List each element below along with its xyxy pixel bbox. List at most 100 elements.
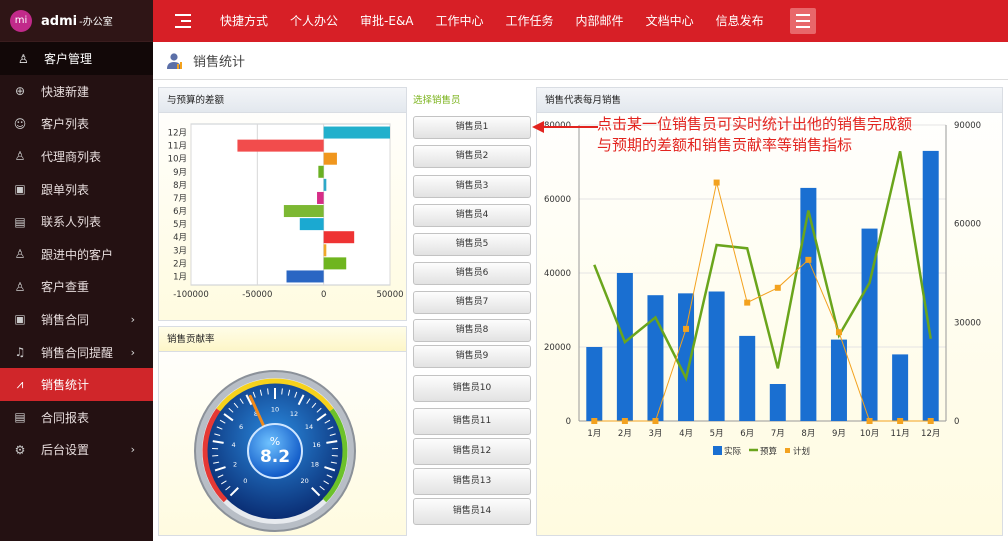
user-dept: -办公室 <box>79 16 113 28</box>
top-nav-links: 快捷方式 个人办公 审批-E&A 工作中心 工作任务 内部邮件 文档中心 信息发布 <box>209 0 775 42</box>
bar-actual <box>922 150 939 421</box>
point-plan <box>835 329 842 336</box>
gauge-tick-label: 18 <box>311 460 319 468</box>
x-tick-label: 3月 <box>648 429 662 439</box>
diff-bar <box>318 165 324 178</box>
top-nav-link[interactable]: 个人办公 <box>279 0 349 42</box>
annotation-arrow <box>532 121 598 133</box>
budget-difference-panel: 与预算的差额 -100000 -50000 0 50000 1月 2月 3月 4月 5月 6月 7月… <box>158 87 407 321</box>
panel-title: 销售贡献率 <box>159 327 406 352</box>
users-icon: ♙ <box>14 149 26 164</box>
top-nav-link[interactable]: 工作任务 <box>495 0 565 42</box>
top-nav-link[interactable]: 文档中心 <box>635 0 705 42</box>
y-left-tick-label: 0 <box>566 417 571 427</box>
salesperson-button[interactable]: 销售员13 <box>413 468 531 495</box>
diff-bar <box>283 205 324 218</box>
legend-label: 计划 <box>793 446 810 457</box>
statistics-user-icon <box>167 52 182 69</box>
sidebar-item[interactable]: ♙ 代理商列表 <box>0 140 153 173</box>
top-nav-link[interactable]: 审批-E&A <box>349 0 424 42</box>
top-nav-link[interactable]: 信息发布 <box>705 0 775 42</box>
sidebar-item[interactable]: ▣ 销售合同 › <box>0 303 153 336</box>
clipboard-icon: ▣ <box>14 182 26 197</box>
diff-bar <box>323 126 390 139</box>
diff-bar <box>317 191 324 204</box>
sidebar-item[interactable]: ♙ 跟进中的客户 <box>0 238 153 271</box>
plus-circle-icon: ⊕ <box>14 84 26 99</box>
sidebar-section-label: 客户管理 <box>44 52 93 66</box>
person-icon: ♙ <box>14 247 26 262</box>
y-right-tick-label: 0 <box>954 417 959 427</box>
salesperson-button[interactable]: 销售员14 <box>413 498 531 525</box>
point-plan <box>621 418 628 424</box>
sidebar-section-customer-management[interactable]: ♙ 客户管理 <box>0 42 153 75</box>
chevron-right-icon: › <box>130 312 135 326</box>
diff-bar <box>299 218 324 231</box>
salesperson-button[interactable]: 销售员9 <box>413 345 531 368</box>
y-tick-label: 9月 <box>173 168 187 178</box>
diff-bar <box>323 257 347 270</box>
sidebar-item-label: 销售合同提醒 <box>41 345 114 360</box>
sidebar-item[interactable]: ▤ 联系人列表 <box>0 205 153 238</box>
gauge-tick-label: 10 <box>271 406 279 414</box>
brand-bar[interactable]: mi admi -办公室 <box>0 0 153 42</box>
gauge-tick-label: 20 <box>301 477 309 485</box>
y-tick-label: 12月 <box>168 129 187 139</box>
salesperson-button[interactable]: 销售员11 <box>413 408 531 435</box>
sidebar-item[interactable]: ⚙ 后台设置 › <box>0 434 153 467</box>
salesperson-button[interactable]: 销售员2 <box>413 145 531 168</box>
y-right-tick-label: 30000 <box>954 318 981 328</box>
user-name: admi -办公室 <box>41 13 113 29</box>
top-navbar: 快捷方式 个人办公 审批-E&A 工作中心 工作任务 内部邮件 文档中心 信息发布 <box>153 0 1008 42</box>
sidebar-item[interactable]: ▣ 跟单列表 <box>0 173 153 206</box>
point-plan <box>866 418 873 424</box>
line-plan <box>594 182 931 422</box>
gear-icon: ⚙ <box>14 442 26 457</box>
salesperson-button[interactable]: 销售员8 <box>413 319 531 342</box>
point-plan <box>805 256 812 263</box>
gauge-tick-label: 6 <box>239 423 243 431</box>
sidebar-item[interactable]: ▤ 合同报表 <box>0 401 153 434</box>
budget-difference-chart: -100000 -50000 0 50000 1月 2月 3月 4月 5月 6月 7月 8月 9月 10月… <box>168 123 404 300</box>
gauge-tick-label: 4 <box>231 441 235 449</box>
legend-swatch <box>713 446 722 455</box>
x-tick-label: 4月 <box>679 429 693 439</box>
salesperson-button[interactable]: 销售员12 <box>413 438 531 465</box>
salesperson-button[interactable]: 销售员1 <box>413 116 531 139</box>
salesperson-button[interactable]: 销售员4 <box>413 204 531 227</box>
x-tick-label: 2月 <box>618 429 632 439</box>
chevron-right-icon: › <box>130 345 135 359</box>
top-nav-link[interactable]: 内部邮件 <box>565 0 635 42</box>
x-tick-label: 50000 <box>376 290 403 300</box>
sidebar-toggle-icon[interactable] <box>168 7 198 35</box>
diff-bar <box>286 270 324 283</box>
page-header: 销售统计 <box>153 42 1008 80</box>
sidebar-item[interactable]: ⩘ 销售统计 <box>0 368 153 401</box>
avatar[interactable]: mi <box>10 9 32 32</box>
salesperson-button[interactable]: 销售员10 <box>413 375 531 402</box>
sidebar-menu: ⊕ 快速新建 ☺ 客户列表 ♙ 代理商列表 ▣ 跟单列表 ▤ 联系人列表 ♙ 跟进中的客户 ♙ 客户查重 ▣… <box>0 75 153 466</box>
sidebar-item-label: 客户列表 <box>41 117 90 132</box>
sidebar-item-label: 合同报表 <box>41 410 90 425</box>
salesperson-button[interactable]: 销售员6 <box>413 262 531 285</box>
top-nav-link[interactable]: 工作中心 <box>425 0 495 42</box>
sidebar-item[interactable]: ⊕ 快速新建 <box>0 75 153 108</box>
point-plan <box>652 418 659 424</box>
salesperson-button[interactable]: 销售员5 <box>413 233 531 256</box>
menu-icon[interactable] <box>789 8 816 34</box>
salesperson-button[interactable]: 销售员7 <box>413 291 531 314</box>
top-nav-link[interactable]: 快捷方式 <box>209 0 279 42</box>
point-plan <box>927 418 934 424</box>
app-window: mi admi -办公室 ♙ 客户管理 ⊕ 快速新建 ☺ 客户列表 ♙ 代理商列表 ▣ 跟单列表… <box>0 0 1008 541</box>
sidebar-item[interactable]: ♙ 客户查重 <box>0 271 153 304</box>
y-left-tick-label: 20000 <box>544 343 571 353</box>
bell-icon: ♫ <box>14 345 26 360</box>
y-left-tick-label: 60000 <box>544 195 571 205</box>
report-icon: ▤ <box>14 410 26 425</box>
sidebar-item[interactable]: ♫ 销售合同提醒 › <box>0 336 153 369</box>
sidebar-item[interactable]: ☺ 客户列表 <box>0 108 153 141</box>
y-tick-label: 5月 <box>173 220 187 230</box>
salesperson-button[interactable]: 销售员3 <box>413 175 531 198</box>
person-icon: ♙ <box>14 279 26 294</box>
diff-bar <box>323 152 337 165</box>
